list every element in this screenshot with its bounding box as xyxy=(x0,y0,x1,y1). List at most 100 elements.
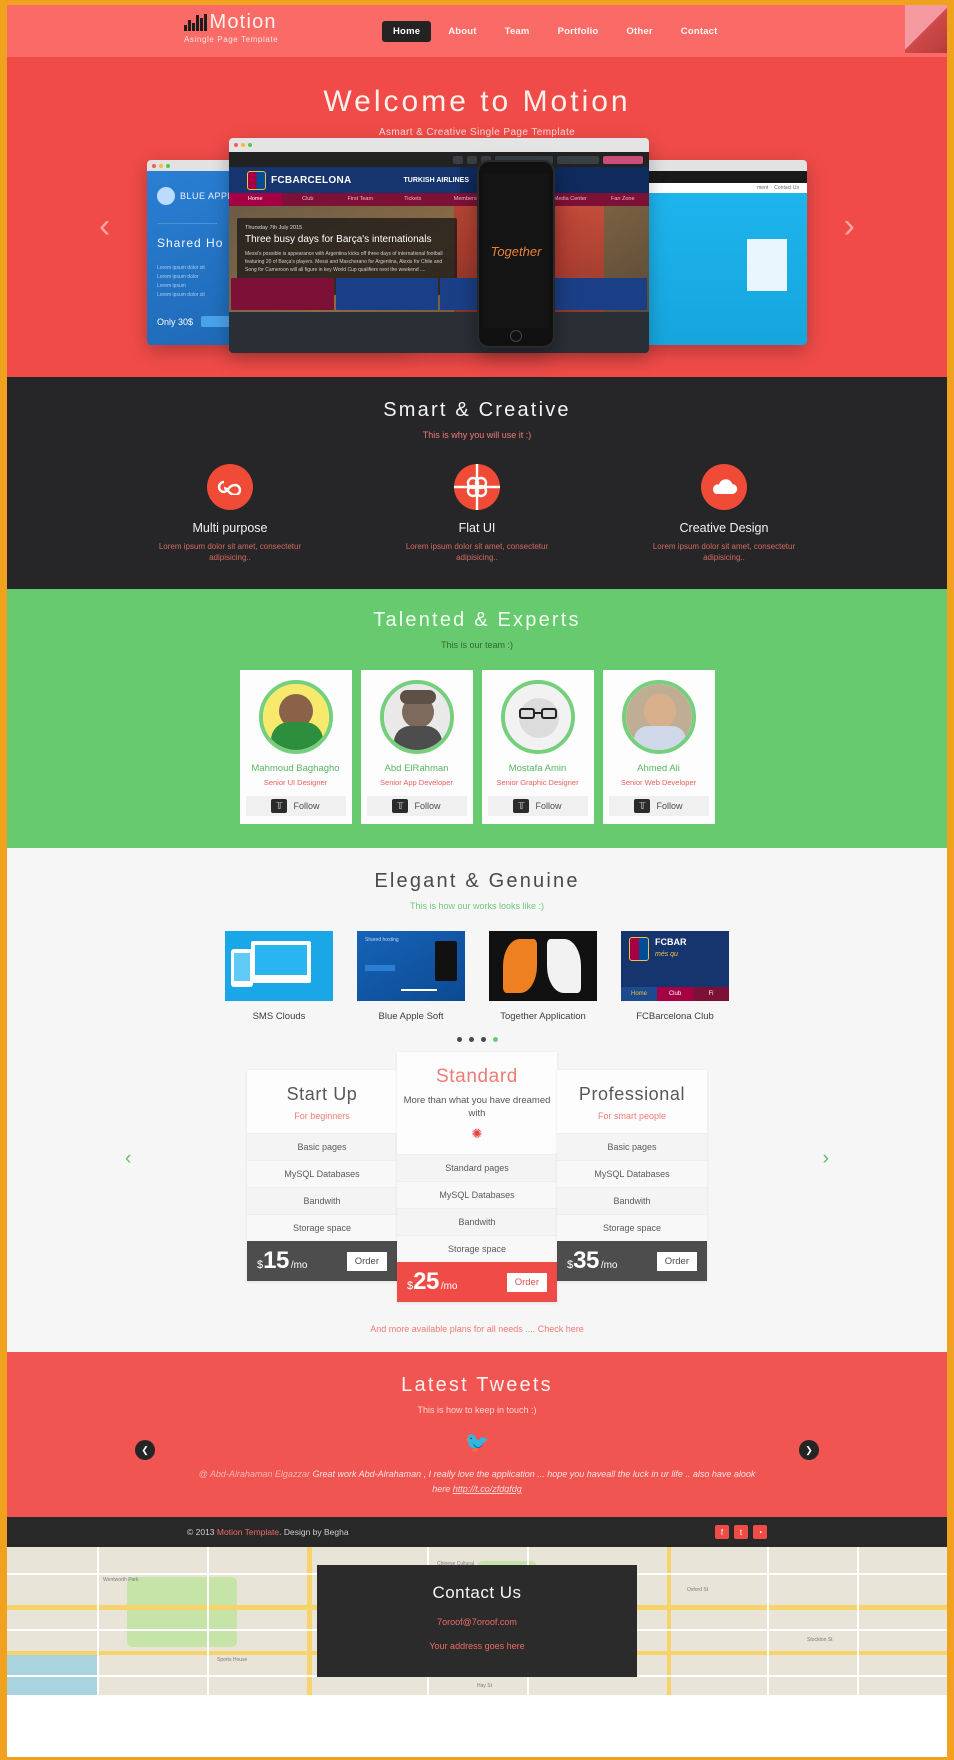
tweet-link[interactable]: http://t.co/zfdgfdg xyxy=(453,1484,522,1494)
facebook-icon[interactable]: f xyxy=(715,1525,729,1539)
fcb-body: Messi's possible is appearance with Arge… xyxy=(245,251,443,273)
portfolio-dot[interactable] xyxy=(468,1037,474,1042)
follow-button[interactable]: 𝕋 Follow xyxy=(608,796,709,816)
plan-amount: 35 xyxy=(573,1247,599,1274)
team-name: Ahmed Ali xyxy=(637,763,680,774)
order-button[interactable]: Order xyxy=(346,1251,387,1271)
feature-item: Multi purpose Lorem ipsum dolor sit amet… xyxy=(148,464,313,563)
portfolio-prev-icon[interactable]: ‹ xyxy=(125,1148,131,1170)
brand[interactable]: Motion Asingle Page Template xyxy=(184,12,278,44)
hero-slider[interactable]: BLUE APPLE Shared Ho Lorem ipsum dolor s… xyxy=(147,138,807,353)
follow-label: Follow xyxy=(656,801,683,811)
plan-feature: Bandwith xyxy=(557,1187,707,1214)
team-name: Mostafa Amin xyxy=(508,763,567,774)
tweet-handle[interactable]: @ Abd-Alrahaman Elgazzar xyxy=(199,1469,310,1479)
contact-email[interactable]: 7oroof@7oroof.com xyxy=(317,1617,637,1627)
team-role: Senior UI Designer xyxy=(263,778,328,787)
plan-amount: 25 xyxy=(413,1268,439,1295)
social-links: f t ◔ xyxy=(715,1525,767,1539)
portfolio-thumb: FCBAR més qu Home Club Fi xyxy=(621,931,729,1001)
tweets-next-button[interactable]: ❯ xyxy=(799,1440,819,1460)
plan-tag: More than what you have dreamed with xyxy=(403,1095,551,1119)
feature-item: Flat UI Lorem ipsum dolor sit amet, cons… xyxy=(395,464,560,563)
plan-feature: Standard pages xyxy=(397,1154,557,1181)
nav-item-about[interactable]: About xyxy=(437,21,487,42)
order-button[interactable]: Order xyxy=(656,1251,697,1271)
plan-feature: Storage space xyxy=(247,1214,397,1241)
twitter-icon[interactable]: t xyxy=(734,1525,748,1539)
map-road xyxy=(857,1547,859,1695)
map-label: Oxford St xyxy=(687,1587,709,1593)
portfolio-dot[interactable] xyxy=(456,1037,462,1042)
nav-item-other[interactable]: Other xyxy=(615,21,663,42)
chevron-right-icon[interactable]: › xyxy=(844,207,855,246)
portfolio-caption: Together Application xyxy=(500,1011,586,1022)
follow-button[interactable]: 𝕋 Follow xyxy=(366,796,467,816)
portfolio-section: Elegant & Genuine This is how our works … xyxy=(7,848,947,1352)
plan-feature: Bandwith xyxy=(247,1187,397,1214)
fcb-nav-item[interactable]: Club xyxy=(282,193,335,206)
chevron-left-icon[interactable]: ‹ xyxy=(99,207,110,246)
fcb-headline: Three busy days for Barça's internationa… xyxy=(245,234,432,245)
team-card: Mostafa Amin Senior Graphic Designer 𝕋 F… xyxy=(481,670,594,824)
fcb-crest-icon xyxy=(247,170,266,190)
infinity-icon xyxy=(207,464,253,510)
team-card: Ahmed Ali Senior Web Developer 𝕋 Follow xyxy=(602,670,715,824)
contact-box: Contact Us 7oroof@7oroof.com Your addres… xyxy=(317,1565,637,1677)
feature-title: Flat UI xyxy=(458,521,496,535)
fcb-nav-item[interactable]: Tickets xyxy=(387,193,440,206)
portfolio-next-icon[interactable]: › xyxy=(823,1148,829,1170)
copyright-pre: © 2013 xyxy=(187,1527,217,1537)
smart-title: Smart & Creative xyxy=(383,399,571,421)
portfolio-item[interactable]: SMS Clouds xyxy=(225,931,333,1022)
flower-target-icon xyxy=(454,464,500,510)
map-section[interactable]: Wentworth Park Sports House Chinese Cult… xyxy=(7,1547,947,1695)
feature-item: Creative Design Lorem ipsum dolor sit am… xyxy=(642,464,807,563)
slide-fcbarcelona[interactable]: FCBARCELONA TURKISH AIRLINES A STAR ALLI… xyxy=(229,138,649,353)
team-section: Talented & Experts This is our team :) M… xyxy=(7,589,947,848)
order-button[interactable]: Order xyxy=(506,1272,547,1292)
avatar xyxy=(500,680,575,754)
nav-item-portfolio[interactable]: Portfolio xyxy=(547,21,610,42)
follow-button[interactable]: 𝕋 Follow xyxy=(487,796,588,816)
portfolio-subtitle: This is how our works looks like :) xyxy=(409,901,545,911)
plan-features: Standard pages MySQL Databases Bandwith … xyxy=(397,1154,557,1262)
team-name: Abd ElRahman xyxy=(384,763,449,774)
plan-name: Professional xyxy=(578,1084,686,1104)
plan-features: Basic pages MySQL Databases Bandwith Sto… xyxy=(557,1133,707,1241)
portfolio-item[interactable]: FCBAR més qu Home Club Fi FCBarcelona Cl… xyxy=(621,931,729,1022)
avatar xyxy=(379,680,454,754)
map-road xyxy=(307,1547,312,1695)
twitter-icon: 𝕋 xyxy=(634,799,651,813)
portfolio-item[interactable]: Together Application xyxy=(489,931,597,1022)
tweets-prev-button[interactable]: ❮ xyxy=(135,1440,155,1460)
more-plans-link[interactable]: And more available plans for all needs .… xyxy=(7,1302,947,1352)
ribbon-corner xyxy=(905,5,947,53)
map-road xyxy=(767,1547,769,1695)
nav-item-home[interactable]: Home xyxy=(382,20,432,42)
copyright-post: . Design by Begha xyxy=(279,1527,349,1537)
nav-item-team[interactable]: Team xyxy=(494,21,541,42)
pricing-plan-professional: Professional For smart people Basic page… xyxy=(557,1070,707,1281)
map-label: Wentworth Park xyxy=(103,1577,139,1583)
rss-icon[interactable]: ◔ xyxy=(753,1525,767,1539)
features-list: Multi purpose Lorem ipsum dolor sit amet… xyxy=(7,464,947,563)
follow-label: Follow xyxy=(414,801,441,811)
nav-item-contact[interactable]: Contact xyxy=(670,21,729,42)
portfolio-dot-active[interactable] xyxy=(492,1037,498,1042)
phone-logo: Together xyxy=(490,243,542,259)
portfolio-item[interactable]: Shared hosting Blue Apple Soft xyxy=(357,931,465,1022)
twitter-icon: 𝕋 xyxy=(513,799,530,813)
fcb-nav-item[interactable]: Fan Zone xyxy=(597,193,650,206)
portfolio-thumb: Shared hosting xyxy=(357,931,465,1001)
feature-title: Multi purpose xyxy=(192,521,268,535)
plan-feature: Bandwith xyxy=(397,1208,557,1235)
follow-button[interactable]: 𝕋 Follow xyxy=(245,796,346,816)
copyright-brand[interactable]: Motion Template xyxy=(217,1527,279,1537)
fcb-airline: TURKISH AIRLINES xyxy=(403,176,469,184)
pricing-plan-startup: Start Up For beginners Basic pages MySQL… xyxy=(247,1070,397,1281)
fcb-nav-item[interactable]: First Team xyxy=(334,193,387,206)
plan-feature: MySQL Databases xyxy=(247,1160,397,1187)
portfolio-dot[interactable] xyxy=(480,1037,486,1042)
fcb-nav-item[interactable]: Home xyxy=(229,193,282,206)
